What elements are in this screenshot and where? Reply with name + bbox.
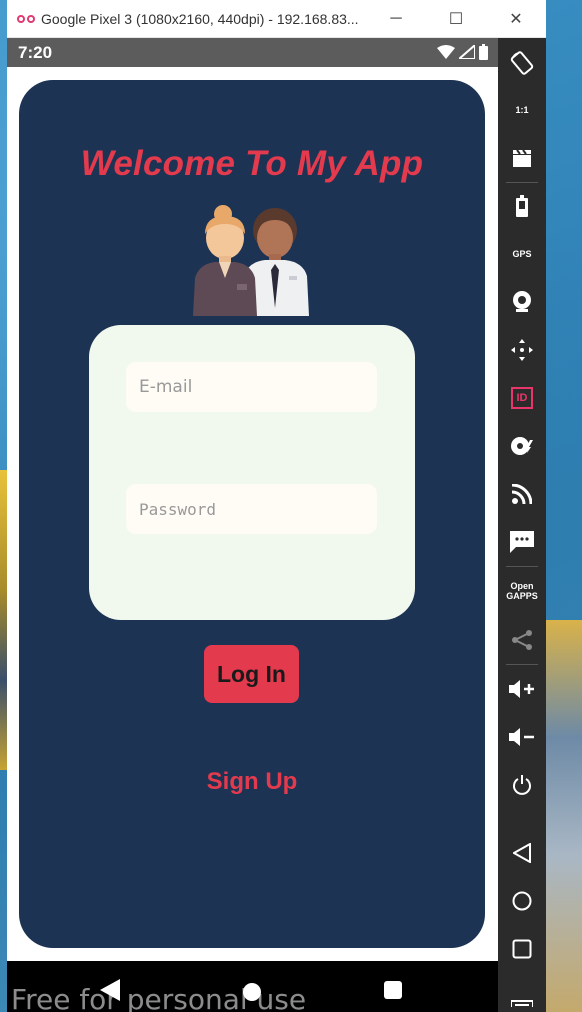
status-icons [437, 44, 488, 60]
signal-icon [459, 45, 475, 59]
signup-link[interactable]: Sign Up [19, 768, 485, 796]
battery-icon[interactable] [498, 186, 546, 226]
nav-recent-icon[interactable] [384, 981, 402, 999]
window-titlebar[interactable]: Google Pixel 3 (1080x2160, 440dpi) - 192… [7, 0, 546, 38]
maximize-button[interactable]: ☐ [426, 0, 486, 38]
login-form: E-mail Password [89, 325, 415, 620]
sms-icon[interactable] [498, 522, 546, 562]
emulator-window: Google Pixel 3 (1080x2160, 440dpi) - 192… [0, 0, 546, 1012]
emulator-side-toolbar: 1:1 GPS ID Open GAPPS [498, 38, 546, 1012]
minimize-button[interactable]: ─ [366, 0, 426, 38]
id-icon[interactable]: ID [498, 378, 546, 418]
camera-icon[interactable] [498, 282, 546, 322]
volume-down-icon[interactable] [498, 717, 546, 757]
share-icon[interactable] [498, 620, 546, 660]
android-status-bar: 7:20 [7, 38, 498, 67]
login-button[interactable]: Log In [204, 645, 299, 703]
clapperboard-icon[interactable] [498, 138, 546, 178]
close-button[interactable]: ✕ [486, 0, 546, 38]
app-card: Welcome To My App E-mail Password Log In… [19, 80, 485, 948]
window-title: Google Pixel 3 (1080x2160, 440dpi) - 192… [41, 10, 359, 27]
fullscreen-icon[interactable]: 1:1 [498, 90, 546, 130]
email-input[interactable]: E-mail [126, 362, 377, 412]
password-input[interactable]: Password [126, 484, 377, 534]
gps-icon[interactable]: GPS [498, 234, 546, 274]
genymotion-icon [17, 14, 35, 24]
rotate-icon[interactable] [498, 43, 546, 83]
phone-screen: Welcome To My App E-mail Password Log In… [7, 67, 498, 961]
volume-up-icon[interactable] [498, 669, 546, 709]
power-icon[interactable] [498, 765, 546, 805]
menu-icon[interactable] [498, 978, 546, 1012]
welcome-title: Welcome To My App [80, 144, 424, 183]
rss-icon[interactable] [498, 474, 546, 514]
recent-icon[interactable] [498, 929, 546, 969]
battery-status-icon [479, 44, 488, 60]
home-icon[interactable] [498, 881, 546, 921]
watermark-text: Free for personal use [11, 983, 307, 1012]
wifi-icon [437, 45, 455, 59]
status-time: 7:20 [18, 42, 53, 62]
window-controls: ─ ☐ ✕ [366, 0, 546, 38]
move-icon[interactable] [498, 330, 546, 370]
back-icon[interactable] [498, 833, 546, 873]
desktop-background-right [546, 620, 582, 1012]
people-illustration [193, 205, 309, 316]
disk-icon[interactable] [498, 426, 546, 466]
opengapps-icon[interactable]: Open GAPPS [498, 571, 546, 611]
